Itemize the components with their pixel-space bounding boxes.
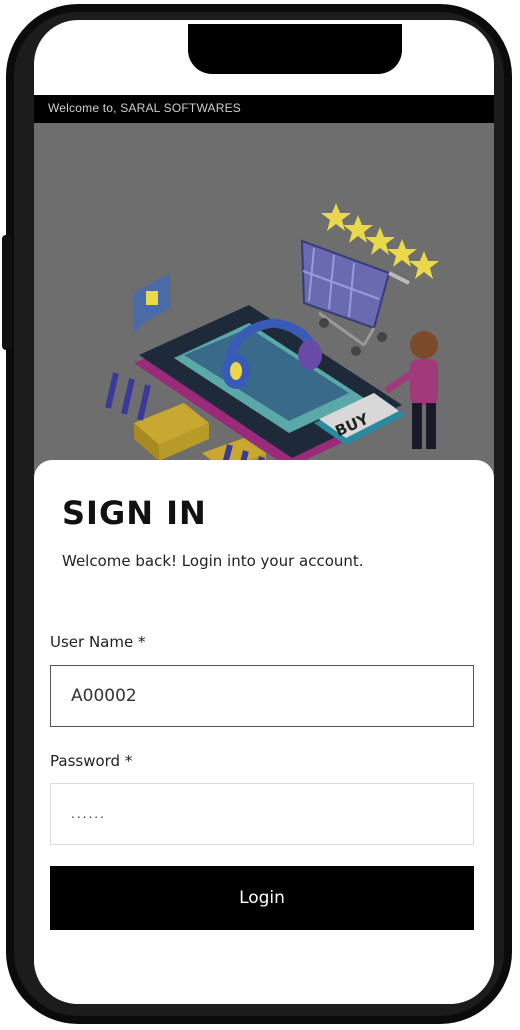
shopping-illustration: BUY bbox=[105, 203, 439, 483]
shopping-cart-icon bbox=[300, 239, 410, 356]
welcome-text: Welcome to, SARAL SOFTWARES bbox=[48, 101, 241, 115]
login-button[interactable]: Login bbox=[50, 866, 474, 930]
username-input[interactable] bbox=[50, 665, 474, 727]
password-input[interactable] bbox=[50, 783, 474, 845]
page-subtitle: Welcome back! Login into your account. bbox=[62, 552, 364, 570]
hero-illustration: BUY bbox=[34, 123, 494, 483]
thumbs-up-icon bbox=[134, 273, 170, 333]
shopper-figure-icon bbox=[384, 331, 438, 449]
password-label: Password * bbox=[50, 752, 133, 770]
phone-screen: Welcome to, SARAL SOFTWARES BUY SIGN IN … bbox=[34, 20, 494, 1004]
page-title: SIGN IN bbox=[62, 494, 207, 532]
welcome-bar: Welcome to, SARAL SOFTWARES bbox=[34, 95, 494, 123]
phone-notch bbox=[188, 24, 402, 74]
login-card: SIGN IN Welcome back! Login into your ac… bbox=[34, 460, 494, 1004]
username-label: User Name * bbox=[50, 633, 146, 651]
phone-side-button bbox=[2, 235, 12, 350]
